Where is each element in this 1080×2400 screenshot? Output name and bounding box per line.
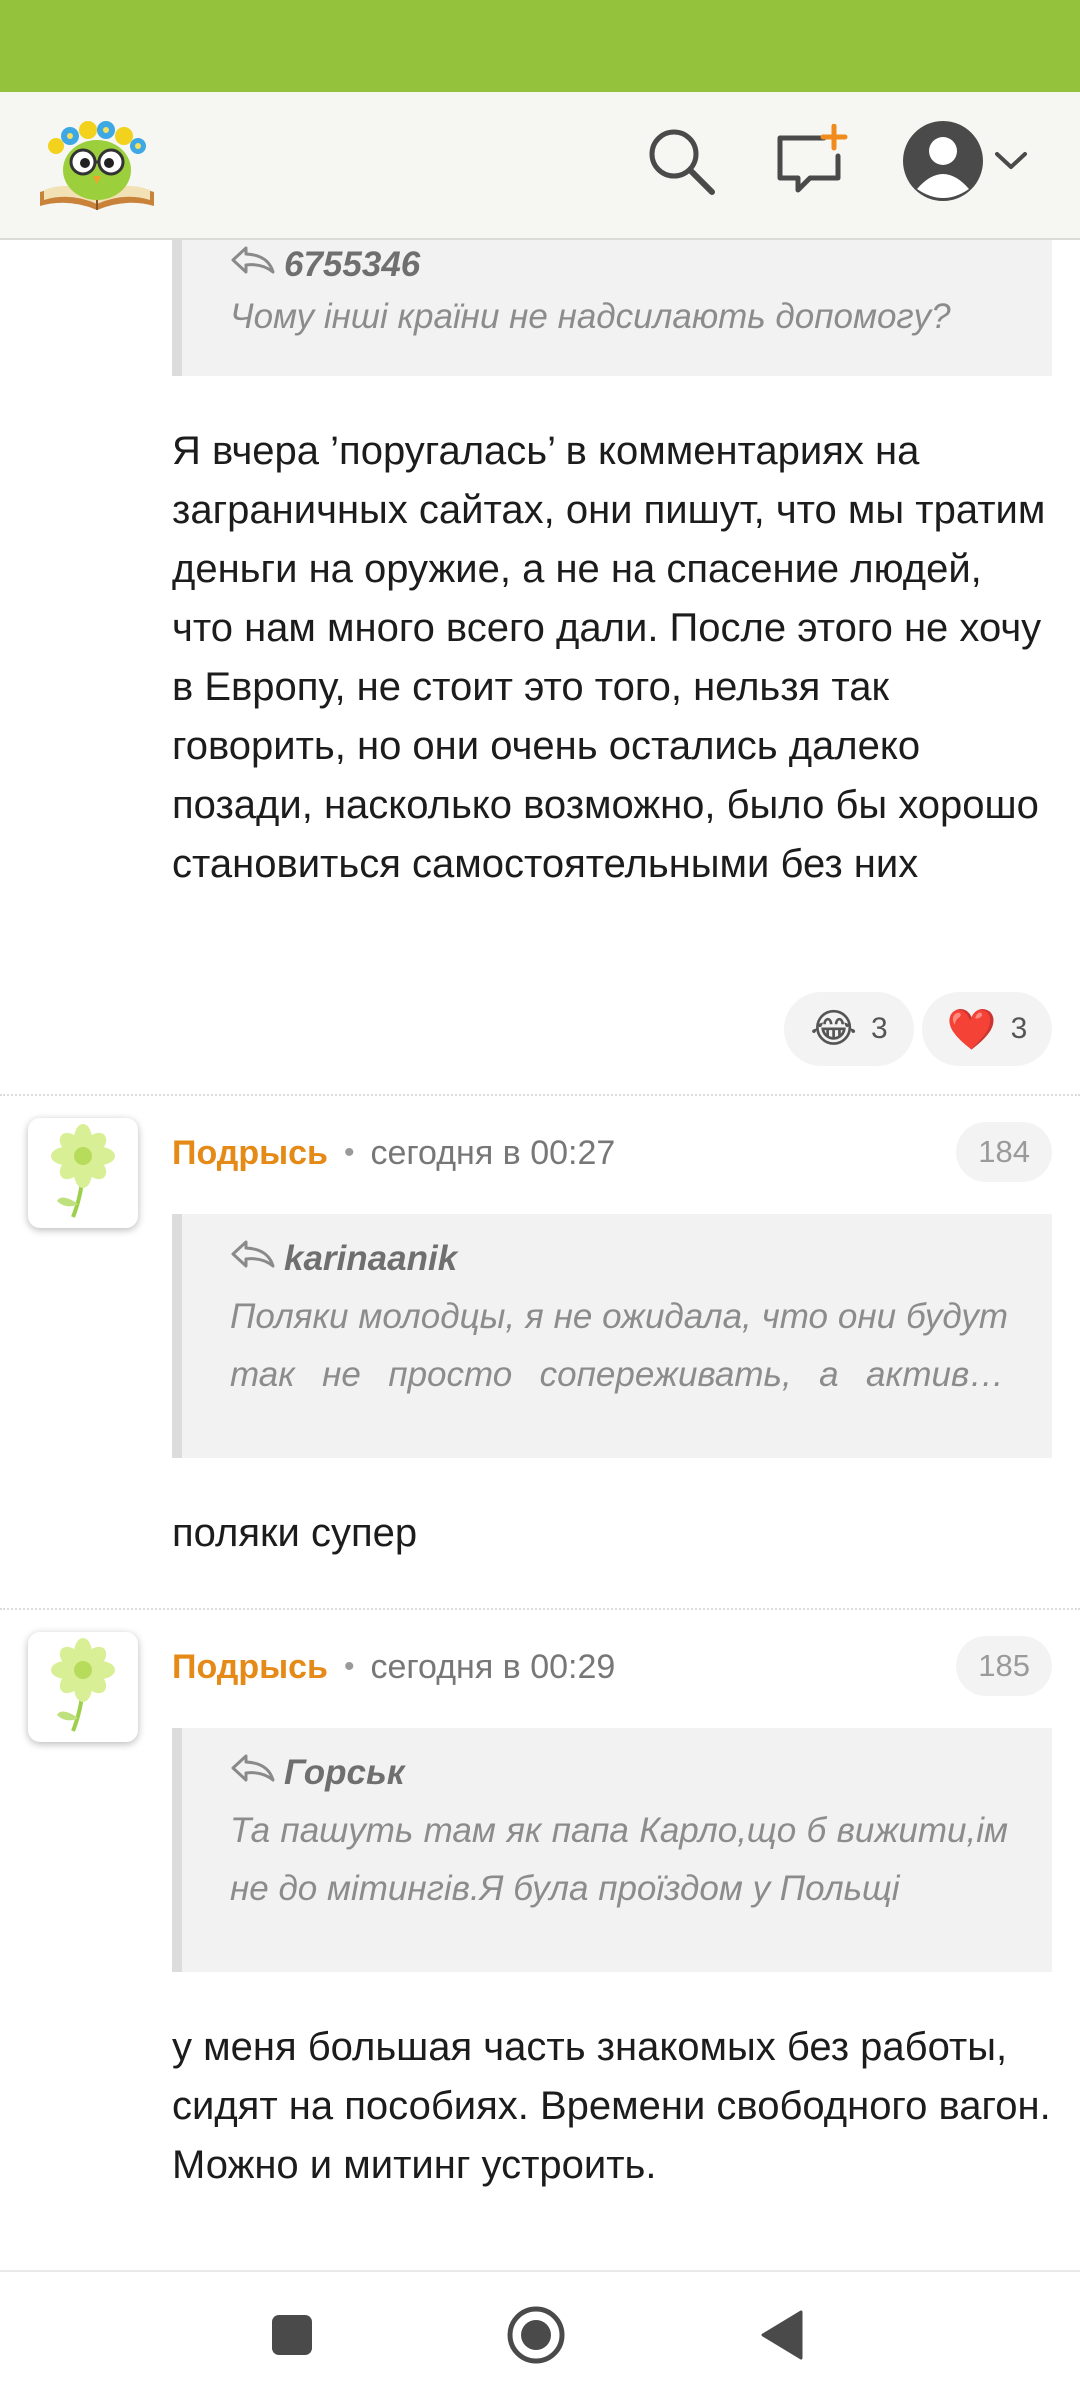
avatar[interactable] xyxy=(28,1118,138,1228)
profile-icon xyxy=(901,119,985,208)
reaction-count: 3 xyxy=(1010,1012,1028,1045)
comment-meta: Подрысь • сегодня в 00:27 xyxy=(172,1128,615,1178)
recents-square-icon xyxy=(269,2312,315,2363)
separator-dot: • xyxy=(343,1136,355,1169)
reply-arrow-icon xyxy=(230,1750,284,1796)
reaction-heart[interactable]: ❤️ 3 xyxy=(922,992,1052,1066)
reaction-count: 3 xyxy=(871,1012,888,1045)
back-triangle-icon xyxy=(757,2308,807,2367)
search-button[interactable] xyxy=(636,118,726,208)
chevron-down-icon xyxy=(993,149,1029,178)
app-header xyxy=(0,92,1080,240)
quote-author: Горськ xyxy=(230,1750,1008,1796)
comment-text: поляки супер xyxy=(172,1511,418,1555)
search-icon xyxy=(644,124,718,203)
comment-time: сегодня в 00:29 xyxy=(370,1647,616,1686)
system-nav-bar xyxy=(0,2270,1080,2400)
separator-dot: • xyxy=(343,1650,355,1683)
reply-arrow-icon xyxy=(230,1236,284,1282)
quote-text: Чому інші країни не надсилають допомогу? xyxy=(230,297,951,336)
reaction-laugh[interactable]: 😂 3 xyxy=(784,992,914,1066)
quote-block[interactable]: 6755346 Чому інші країни не надсилають д… xyxy=(172,240,1052,376)
comment-divider xyxy=(0,1094,1080,1096)
daisy-flower-icon xyxy=(43,1635,123,1740)
new-post-button[interactable] xyxy=(766,118,856,208)
comment-number[interactable]: 185 xyxy=(956,1636,1052,1696)
home-circle-icon xyxy=(505,2304,567,2371)
comment-text: у меня большая часть знакомых без работы… xyxy=(172,2025,1051,2187)
comment-divider xyxy=(0,1608,1080,1610)
home-button[interactable] xyxy=(496,2297,576,2377)
new-post-icon xyxy=(774,123,848,203)
quote-author: karinaanik xyxy=(230,1236,1008,1282)
quote-text: Та пашуть там як папа Карло,що б вижити,… xyxy=(230,1811,1008,1908)
recents-button[interactable] xyxy=(252,2297,332,2377)
back-button[interactable] xyxy=(742,2297,822,2377)
avatar[interactable] xyxy=(28,1632,138,1742)
comment-meta: Подрысь • сегодня в 00:29 xyxy=(172,1642,615,1692)
comment-time: сегодня в 00:27 xyxy=(370,1133,616,1172)
status-bar xyxy=(0,0,1080,92)
comment-number[interactable]: 184 xyxy=(956,1122,1052,1182)
quote-block[interactable]: Горськ Та пашуть там як папа Карло,що б … xyxy=(172,1728,1052,1972)
daisy-flower-icon xyxy=(43,1121,123,1226)
comment-text: Я вчера ’поругалась’ в комментариях на з… xyxy=(172,429,1046,886)
red-heart-emoji: ❤️ xyxy=(946,1007,997,1052)
comments-feed: 6755346 Чому інші країни не надсилають д… xyxy=(0,240,1080,2270)
quote-text: Поляки молодцы, я не ожидала, что они бу… xyxy=(230,1297,1008,1394)
quote-block[interactable]: karinaanik Поляки молодцы, я не ожидала,… xyxy=(172,1214,1052,1458)
quote-author: 6755346 xyxy=(230,242,1008,288)
author-name[interactable]: Подрысь xyxy=(172,1648,328,1687)
reply-arrow-icon xyxy=(230,242,284,288)
profile-menu-button[interactable] xyxy=(890,118,1040,208)
owl-with-flower-crown-on-book-logo[interactable] xyxy=(32,110,162,220)
tears-of-joy-emoji: 😂 xyxy=(810,1007,858,1051)
author-name[interactable]: Подрысь xyxy=(172,1134,328,1173)
